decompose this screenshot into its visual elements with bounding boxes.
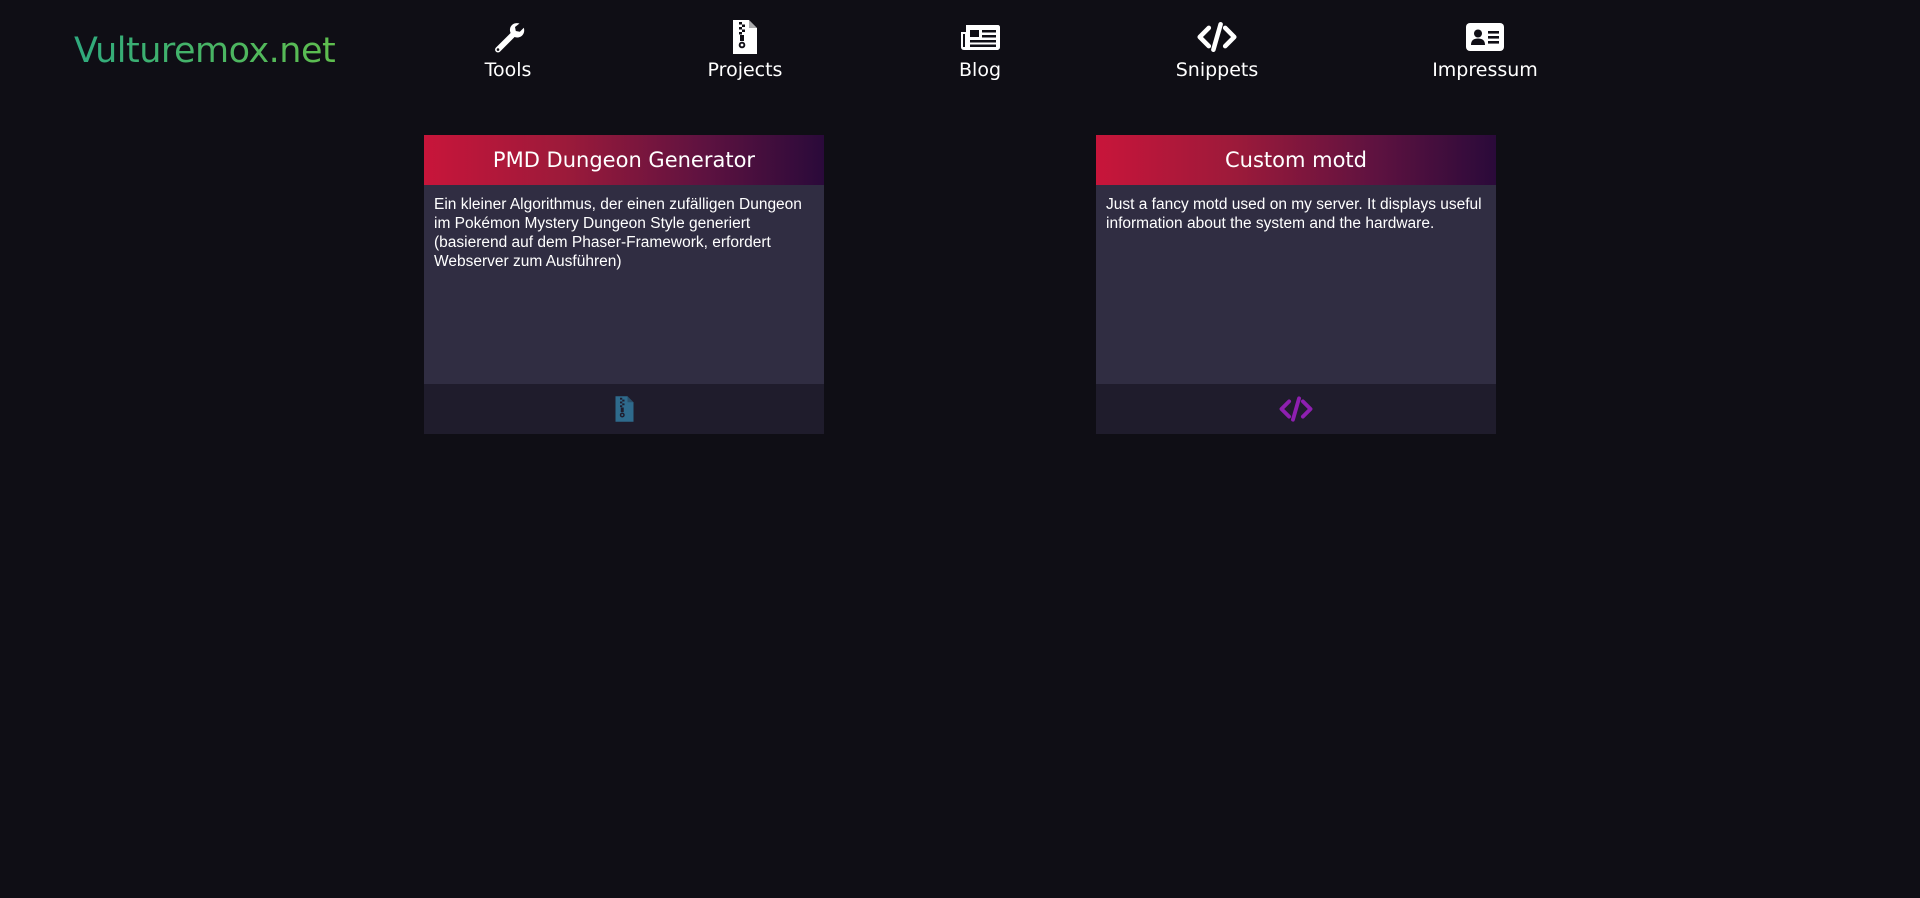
nav-item-projects[interactable]: Projects xyxy=(665,18,825,83)
nav-item-tools[interactable]: Tools xyxy=(428,18,588,83)
nav-label-projects: Projects xyxy=(707,59,783,81)
project-card: PMD Dungeon Generator Ein kleiner Algori… xyxy=(424,135,824,434)
nav-item-snippets[interactable]: Snippets xyxy=(1137,18,1297,83)
site-logo[interactable]: Vulturemox.net xyxy=(74,28,336,74)
code-icon xyxy=(1197,18,1237,56)
card-footer xyxy=(1096,384,1496,434)
nav-label-snippets: Snippets xyxy=(1175,59,1259,81)
wrench-icon xyxy=(488,18,528,56)
nav-label-impressum: Impressum xyxy=(1432,59,1538,81)
card-description: Ein kleiner Algorithmus, der einen zufäl… xyxy=(424,185,824,384)
card-footer xyxy=(424,384,824,434)
nav-item-impressum[interactable]: Impressum xyxy=(1405,18,1565,83)
nav-label-blog: Blog xyxy=(959,59,1001,81)
card-title[interactable]: PMD Dungeon Generator xyxy=(424,135,824,185)
project-card: Custom motd Just a fancy motd used on my… xyxy=(1096,135,1496,434)
newspaper-icon xyxy=(960,18,1000,56)
nav-item-blog[interactable]: Blog xyxy=(900,18,1060,83)
card-title[interactable]: Custom motd xyxy=(1096,135,1496,185)
file-archive-icon[interactable] xyxy=(614,395,635,423)
code-icon[interactable] xyxy=(1279,396,1313,422)
site-header: Vulturemox.net Tools Projects Blog Snipp… xyxy=(0,0,1920,100)
card-description: Just a fancy motd used on my server. It … xyxy=(1096,185,1496,384)
address-card-icon xyxy=(1465,18,1505,56)
nav-label-tools: Tools xyxy=(484,59,532,81)
file-archive-icon xyxy=(725,18,765,56)
